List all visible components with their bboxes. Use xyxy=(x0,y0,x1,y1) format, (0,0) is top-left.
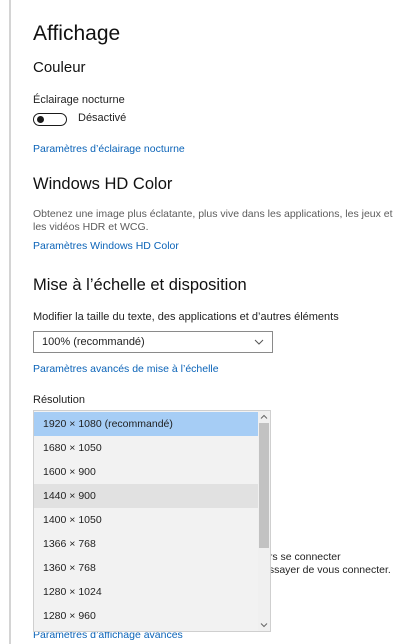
hdr-settings-link[interactable]: Paramètres Windows HD Color xyxy=(33,240,179,252)
resolution-option[interactable]: 1280 × 1024 xyxy=(34,580,258,604)
text-size-label: Modifier la taille du texte, des applica… xyxy=(33,311,339,323)
resolution-option[interactable]: 1280 × 960 xyxy=(34,604,258,628)
scrollbar[interactable] xyxy=(258,411,270,631)
hdr-section-heading: Windows HD Color xyxy=(33,175,173,193)
text-size-dropdown[interactable]: 100% (recommandé) xyxy=(33,331,273,353)
hdr-description: Obtenez une image plus éclatante, plus v… xyxy=(33,208,393,233)
chevron-down-icon xyxy=(254,339,264,345)
resolution-option[interactable]: 1440 × 900 xyxy=(34,484,258,508)
night-light-state-label: Désactivé xyxy=(78,112,127,124)
resolution-dropdown-list[interactable]: 1920 × 1080 (recommandé) 1680 × 1050 1600 … xyxy=(33,410,271,632)
advanced-scale-link[interactable]: Paramètres avancés de mise à l’échelle xyxy=(33,363,219,375)
resolution-option[interactable]: 1680 × 1050 xyxy=(34,436,258,460)
scale-section-heading: Mise à l’échelle et disposition xyxy=(33,276,247,294)
left-border-divider xyxy=(9,0,11,644)
night-light-toggle[interactable] xyxy=(33,113,67,126)
resolution-label: Résolution xyxy=(33,394,85,406)
scrollbar-thumb[interactable] xyxy=(259,423,269,548)
resolution-option[interactable]: 1366 × 768 xyxy=(34,532,258,556)
night-light-settings-link[interactable]: Paramètres d’éclairage nocturne xyxy=(33,143,185,155)
color-section-heading: Couleur xyxy=(33,59,86,76)
hidden-text-line-2: essayer de vous connecter. xyxy=(263,564,391,576)
settings-page: Affichage Couleur Éclairage nocturne Dés… xyxy=(0,0,411,644)
resolution-option[interactable]: 1920 × 1080 (recommandé) xyxy=(34,412,258,436)
night-light-label: Éclairage nocturne xyxy=(33,94,125,106)
resolution-option[interactable]: 1360 × 768 xyxy=(34,556,258,580)
scroll-up-icon[interactable] xyxy=(260,413,268,421)
toggle-knob xyxy=(37,116,44,123)
hidden-text-line-1: urs se connecter xyxy=(263,551,341,563)
resolution-option[interactable]: 1600 × 900 xyxy=(34,460,258,484)
page-title: Affichage xyxy=(33,22,121,45)
scroll-down-icon[interactable] xyxy=(260,621,268,629)
resolution-option[interactable]: 1400 × 1050 xyxy=(34,508,258,532)
text-size-dropdown-value: 100% (recommandé) xyxy=(42,336,145,348)
